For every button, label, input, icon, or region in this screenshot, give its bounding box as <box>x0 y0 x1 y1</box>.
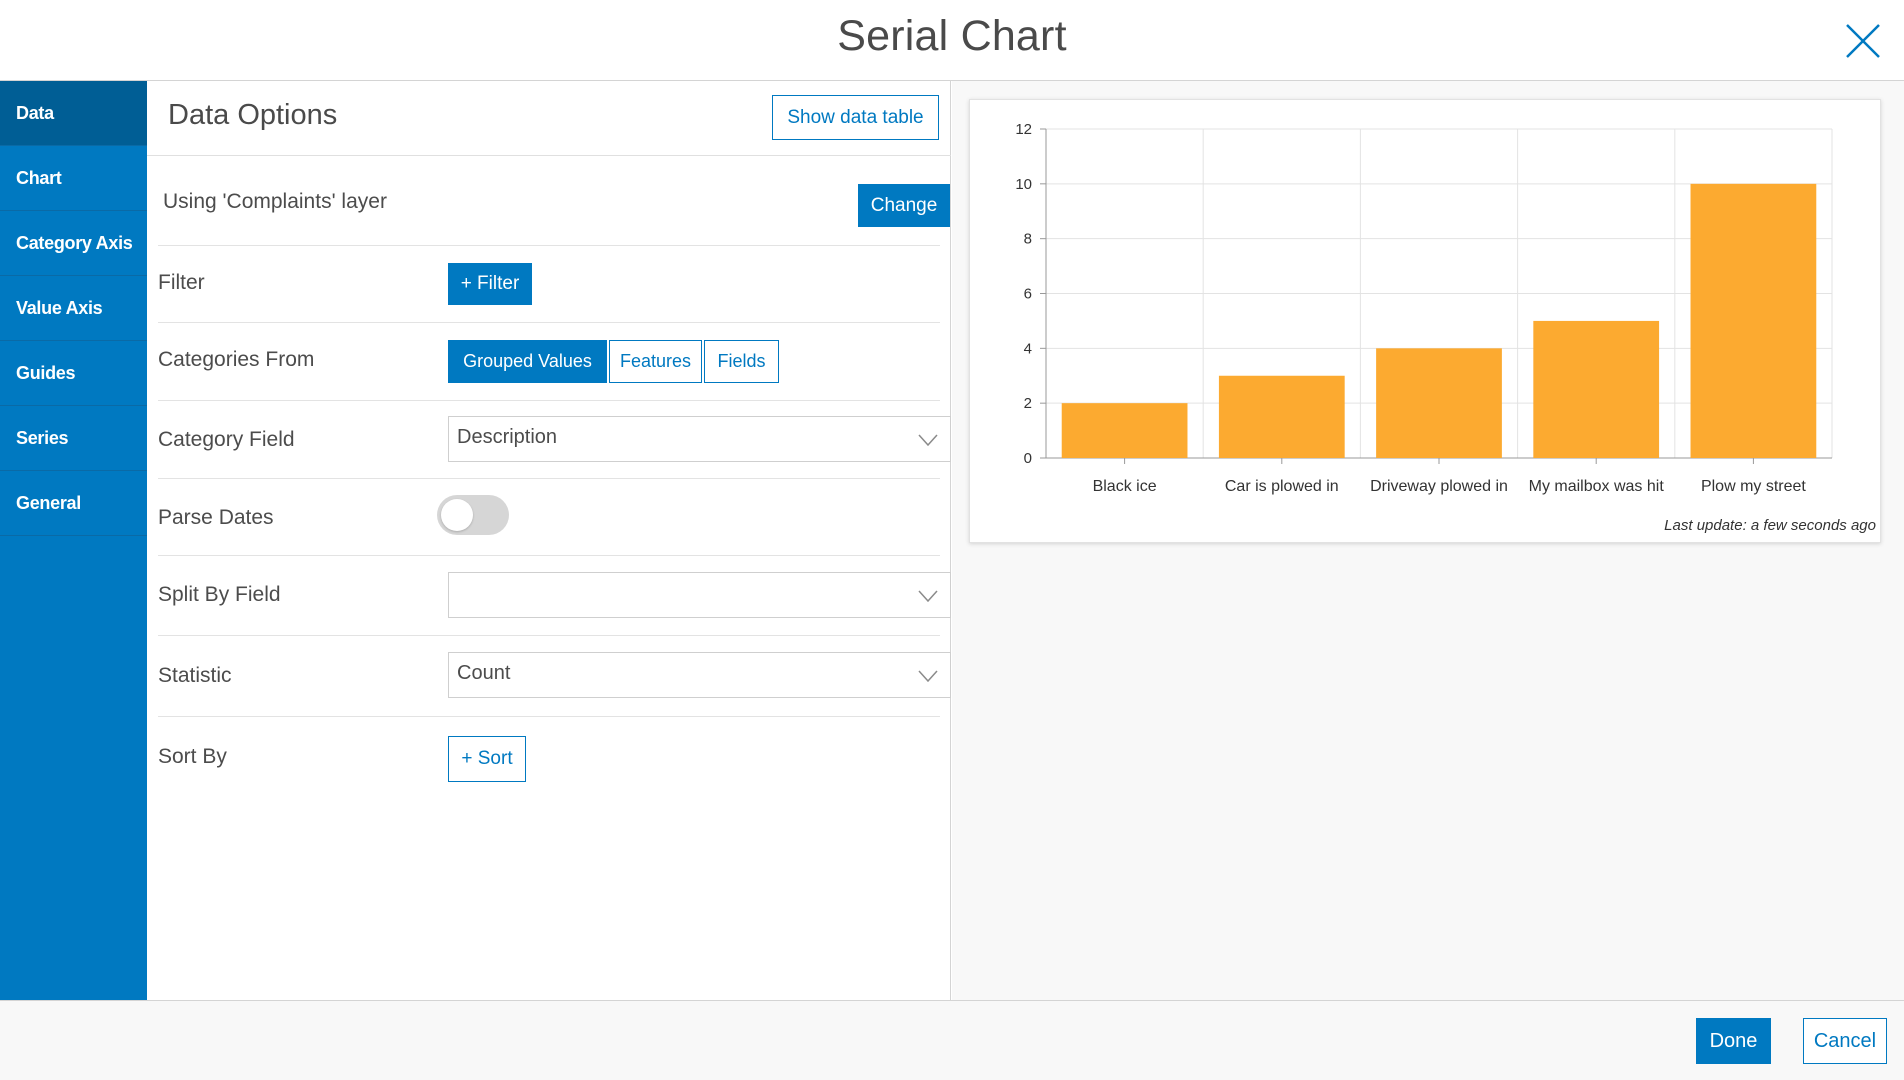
x-tick-label: My mailbox was hit <box>1529 478 1665 495</box>
bar <box>1533 320 1660 458</box>
sidebar-item-label: Data <box>16 102 54 123</box>
split-by-select[interactable] <box>448 572 951 618</box>
y-tick-label: 0 <box>1024 450 1032 467</box>
sidebar-item-general[interactable]: General <box>0 471 147 536</box>
sidebar-item-label: General <box>16 492 81 513</box>
split-by-label: Split By Field <box>158 583 281 606</box>
y-tick-label: 8 <box>1024 231 1032 248</box>
split-by-row: Split By Field <box>158 556 951 636</box>
sidebar-item-value-axis[interactable]: Value Axis <box>0 276 147 341</box>
features-button[interactable]: Features <box>609 340 702 383</box>
categories-from-label: Categories From <box>158 348 315 371</box>
add-sort-button[interactable]: + Sort <box>448 736 526 782</box>
y-tick-label: 6 <box>1024 286 1032 303</box>
dialog-header: Serial Chart <box>0 0 1904 81</box>
dialog-footer: Done Cancel <box>0 1000 1904 1080</box>
y-tick-label: 2 <box>1024 395 1032 412</box>
category-field-select[interactable]: Description <box>448 416 951 462</box>
x-tick-label: Car is plowed in <box>1225 478 1339 495</box>
parse-dates-row: Parse Dates <box>158 479 940 556</box>
layer-row: Using 'Complaints' layer Change <box>158 156 950 246</box>
bar <box>1690 183 1817 458</box>
sidebar: Data Chart Category Axis Value Axis Guid… <box>0 81 147 1000</box>
category-field-row: Category Field Description <box>158 401 951 479</box>
y-tick-label: 12 <box>1015 121 1032 138</box>
toggle-knob <box>441 499 473 531</box>
sidebar-item-guides[interactable]: Guides <box>0 341 147 406</box>
categories-from-row: Categories From Grouped Values Features … <box>158 323 940 401</box>
sort-by-row: Sort By + Sort <box>158 717 940 799</box>
sidebar-item-data[interactable]: Data <box>0 81 147 146</box>
x-tick-label: Driveway plowed in <box>1370 478 1508 495</box>
close-button[interactable] <box>1843 21 1883 61</box>
bar <box>1376 348 1502 458</box>
bar-chart: 0 2 4 6 8 10 12 Black ice Car is plowed in Drivew… <box>1015 121 1833 495</box>
statistic-value: Count <box>457 662 511 684</box>
layer-text: Using 'Complaints' layer <box>163 190 387 213</box>
sidebar-item-label: Value Axis <box>16 297 103 318</box>
change-layer-button[interactable]: Change <box>858 184 950 227</box>
chart-preview-card: 0 2 4 6 8 10 12 Black ice Car is plowed in Drivew… <box>969 99 1881 543</box>
fields-button[interactable]: Fields <box>704 340 779 383</box>
last-update-text: Last update: a few seconds ago <box>1664 517 1876 534</box>
sidebar-item-category-axis[interactable]: Category Axis <box>0 211 147 276</box>
sidebar-item-chart[interactable]: Chart <box>0 146 147 211</box>
y-tick-label: 4 <box>1024 340 1032 357</box>
sidebar-item-label: Chart <box>16 167 62 188</box>
statistic-label: Statistic <box>158 664 232 687</box>
options-title: Data Options <box>168 99 338 131</box>
options-header: Data Options Show data table <box>147 81 951 156</box>
grouped-values-button[interactable]: Grouped Values <box>448 340 607 383</box>
bar <box>1218 375 1345 458</box>
statistic-select[interactable]: Count <box>448 652 951 698</box>
filter-label: Filter <box>158 271 205 294</box>
parse-dates-toggle[interactable] <box>437 495 509 535</box>
sidebar-item-series[interactable]: Series <box>0 406 147 471</box>
category-field-value: Description <box>457 426 558 448</box>
statistic-row: Statistic Count <box>158 636 951 717</box>
filter-row: Filter + Filter <box>158 246 940 323</box>
y-tick-label: 10 <box>1015 176 1032 193</box>
bar <box>1061 403 1188 458</box>
done-button[interactable]: Done <box>1696 1018 1771 1064</box>
close-icon <box>1846 24 1880 58</box>
sidebar-item-label: Guides <box>16 362 76 383</box>
cancel-button[interactable]: Cancel <box>1803 1018 1887 1064</box>
x-tick-label: Plow my street <box>1701 478 1806 495</box>
sort-by-label: Sort By <box>158 745 227 768</box>
sidebar-item-label: Category Axis <box>16 232 133 253</box>
chevron-down-icon <box>918 670 938 682</box>
x-tick-label: Black ice <box>1093 478 1157 495</box>
dialog-title: Serial Chart <box>837 12 1067 60</box>
chevron-down-icon <box>918 590 938 602</box>
sidebar-item-label: Series <box>16 427 69 448</box>
data-options-panel: Data Options Show data table Using 'Comp… <box>147 81 951 1000</box>
category-field-label: Category Field <box>158 428 295 451</box>
parse-dates-label: Parse Dates <box>158 506 274 529</box>
chevron-down-icon <box>918 434 938 446</box>
show-data-table-button[interactable]: Show data table <box>772 95 939 140</box>
add-filter-button[interactable]: + Filter <box>448 263 532 305</box>
